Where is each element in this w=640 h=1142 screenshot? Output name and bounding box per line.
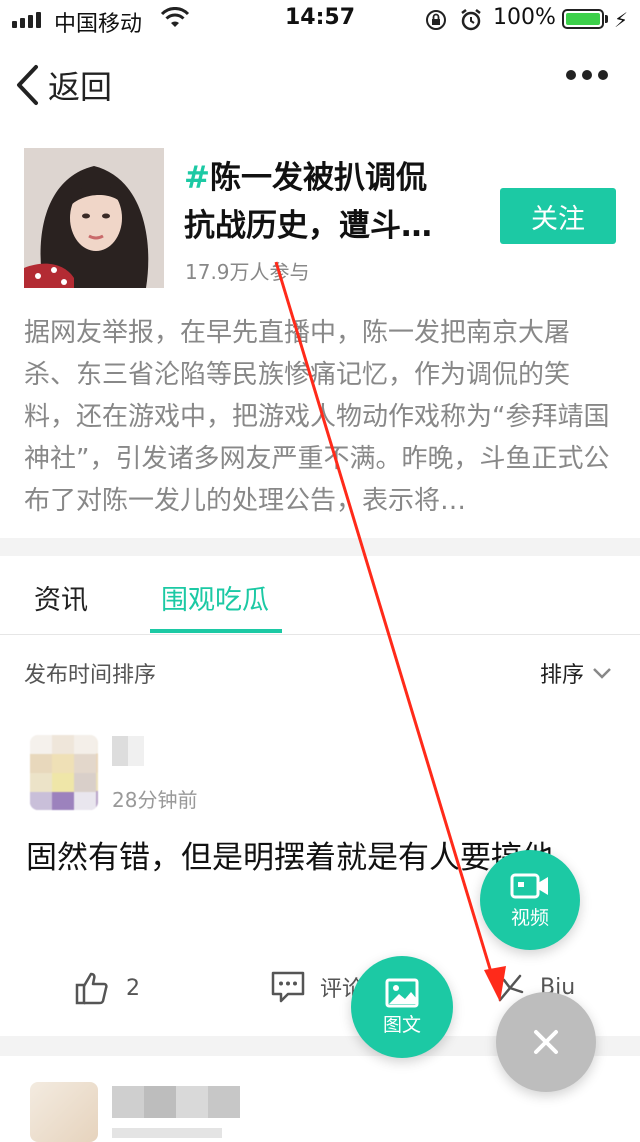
video-camera-icon [510, 873, 548, 898]
image-icon [385, 978, 419, 1007]
battery-percent: 100% [493, 5, 556, 30]
avatar[interactable] [30, 1082, 98, 1142]
topic-cover-image [24, 148, 164, 288]
tab-bar-border [0, 634, 640, 635]
more-dot-icon [582, 70, 592, 80]
sort-label: 排序 [540, 663, 585, 688]
chevron-down-icon [593, 668, 611, 679]
more-options-button[interactable] [566, 70, 608, 80]
close-menu-button[interactable] [496, 992, 596, 1092]
charging-icon: ⚡ [614, 8, 629, 32]
follow-button[interactable]: 关注 [500, 188, 616, 244]
topic-description: 据网友举报，在早先直播中，陈一发把南京大屠杀、东三省沦陷等民族惨痛记忆，作为调侃… [24, 318, 610, 516]
avatar[interactable] [30, 735, 98, 810]
tab-watch[interactable]: 围观吃瓜 [161, 578, 269, 617]
username-redacted [112, 1086, 240, 1118]
username-redacted [112, 736, 144, 766]
tab-news[interactable]: 资讯 [34, 578, 88, 617]
sort-caption: 发布时间排序 [24, 663, 157, 688]
comment-icon [271, 971, 305, 1003]
post-time: 28分钟前 [112, 788, 198, 812]
status-bar: 中国移动 14:57 100% ⚡ [0, 0, 640, 40]
post-time-redacted [112, 1128, 222, 1138]
video-label: 视频 [510, 906, 549, 929]
sort-button[interactable]: 排序 [540, 657, 612, 689]
topic-title-line2: 抗战历史，遭斗… [184, 208, 432, 244]
chevron-left-icon [17, 65, 38, 105]
comment-button[interactable]: 评论 [270, 970, 364, 1004]
like-button[interactable]: 2 [74, 970, 140, 1006]
image-text-post-button[interactable]: 图文 [351, 956, 453, 1058]
back-button[interactable]: 返回 [14, 58, 112, 112]
battery-tip [605, 15, 608, 23]
close-icon [534, 1030, 558, 1054]
section-divider [0, 538, 640, 556]
topic-hash-symbol: # [184, 160, 210, 196]
topic-title: #陈一发被扒调侃 抗战历史，遭斗… [184, 154, 474, 250]
topic-title-line1: 陈一发被扒调侃 [209, 160, 427, 196]
active-tab-indicator [150, 629, 282, 633]
battery-icon [562, 9, 604, 29]
participants-count: 17.9万人参与 [185, 260, 310, 284]
video-post-button[interactable]: 视频 [480, 850, 580, 950]
image-text-label: 图文 [382, 1013, 421, 1036]
like-count: 2 [126, 975, 140, 1001]
alarm-icon [461, 9, 481, 31]
back-label: 返回 [48, 68, 113, 106]
more-dot-icon [598, 70, 608, 80]
rotation-lock-icon [426, 10, 446, 30]
thumbs-up-icon [75, 972, 108, 1005]
more-dot-icon [566, 70, 576, 80]
